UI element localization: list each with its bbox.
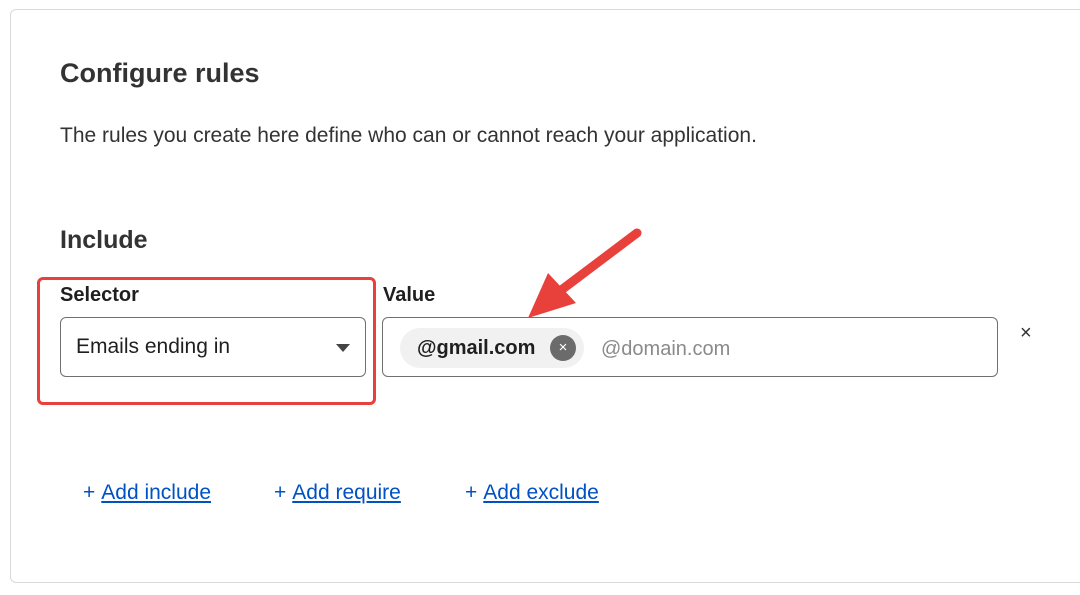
remove-rule-icon[interactable]: × <box>1020 322 1032 345</box>
annotation-highlight-box <box>37 277 376 405</box>
value-input[interactable] <box>599 330 983 368</box>
include-section-title: Include <box>60 226 148 254</box>
add-exclude-link[interactable]: + Add exclude <box>465 481 599 505</box>
add-include-link[interactable]: + Add include <box>83 481 211 505</box>
close-icon[interactable]: × <box>550 335 576 361</box>
page-description: The rules you create here define who can… <box>60 124 757 147</box>
add-include-text: Add include <box>101 481 212 504</box>
add-require-link[interactable]: + Add require <box>274 481 401 505</box>
value-label: Value <box>383 284 436 306</box>
plus-icon: + <box>83 481 96 504</box>
plus-icon: + <box>465 481 478 504</box>
page-title: Configure rules <box>60 58 260 88</box>
arrow-icon <box>528 228 642 318</box>
value-chip-text: @gmail.com <box>417 337 536 359</box>
add-exclude-text: Add exclude <box>483 481 599 504</box>
value-chip: @gmail.com × <box>400 328 584 368</box>
value-field[interactable]: @gmail.com × <box>382 317 998 377</box>
add-require-text: Add require <box>292 481 401 504</box>
plus-icon: + <box>274 481 287 504</box>
